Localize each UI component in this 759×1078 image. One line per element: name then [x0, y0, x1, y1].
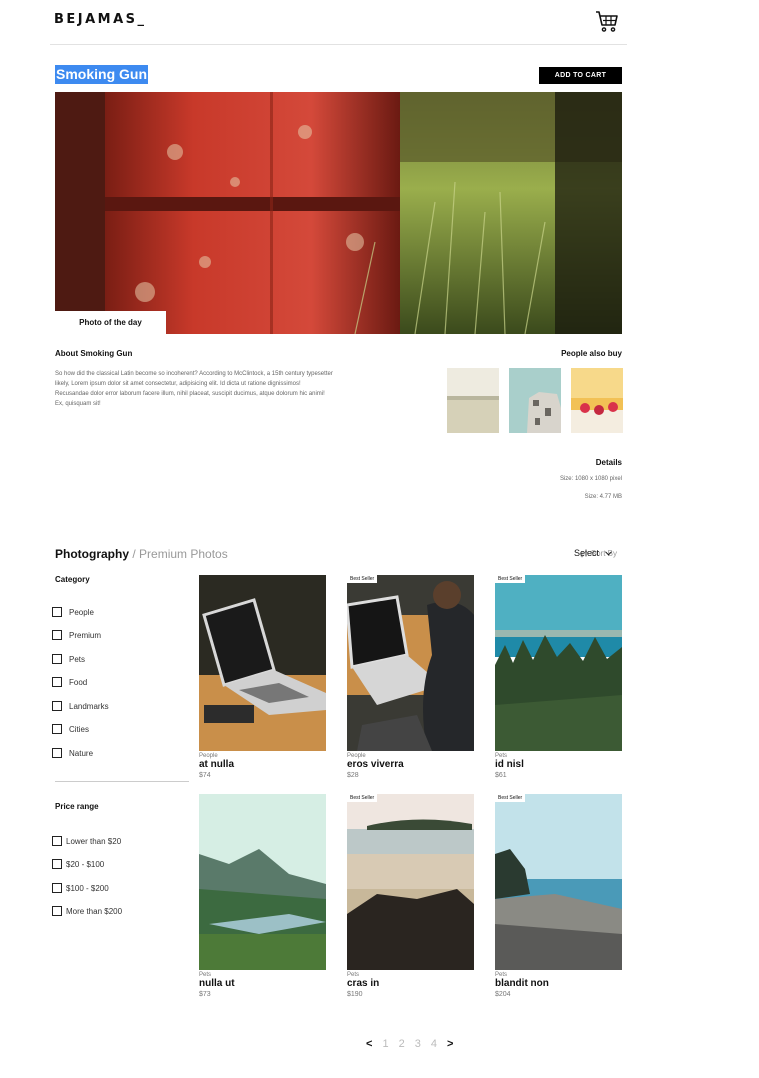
checkbox[interactable] — [52, 906, 62, 916]
product-price: $74 — [199, 772, 211, 779]
product-image: Best Seller — [495, 794, 622, 970]
product-name[interactable]: id nisl — [495, 759, 622, 771]
product-image — [199, 575, 326, 751]
product-name[interactable]: at nulla — [199, 759, 326, 771]
product-price: $73 — [199, 991, 211, 998]
filter-category-nature[interactable]: Nature — [52, 748, 93, 758]
best-seller-badge: Best Seller — [347, 794, 378, 802]
pagination: < 1 2 3 4 > — [366, 1038, 453, 1050]
sort-select[interactable]: Select — [574, 548, 612, 558]
cart-icon[interactable] — [595, 9, 619, 33]
product-card[interactable]: Best Seller Pets id nisl $61 — [495, 575, 622, 779]
file-size: Size: 4.77 MB — [584, 494, 622, 500]
category-filter-title: Category — [55, 575, 90, 584]
related-thumbnail-food[interactable] — [571, 368, 623, 433]
checkbox[interactable] — [52, 701, 62, 711]
breadcrumb-separator: / — [132, 547, 136, 561]
checkbox[interactable] — [52, 654, 62, 664]
product-image: Best Seller — [347, 794, 474, 970]
filter-price-lower-than-20[interactable]: Lower than $20 — [52, 836, 121, 846]
product-card[interactable]: Best Seller Pets blandit non $204 — [495, 794, 622, 998]
checkbox[interactable] — [52, 748, 62, 758]
site-header: BEJAMAS_ — [50, 0, 627, 45]
product-name[interactable]: blandit non — [495, 978, 622, 990]
prev-page-button[interactable]: < — [366, 1038, 372, 1050]
filter-category-people[interactable]: People — [52, 607, 94, 617]
product-name[interactable]: cras in — [347, 978, 474, 990]
featured-image — [55, 92, 622, 334]
breadcrumb-main[interactable]: Photography — [55, 547, 129, 561]
sort-select-value: Select — [574, 548, 600, 558]
about-description: So how did the classical Latin become so… — [55, 371, 333, 407]
checkbox[interactable] — [52, 724, 62, 734]
details-title: Details — [595, 458, 622, 467]
product-name[interactable]: eros viverra — [347, 759, 474, 771]
featured-title: Smoking Gun — [55, 65, 148, 84]
breadcrumb-sub[interactable]: Premium Photos — [139, 547, 228, 561]
filter-category-pets[interactable]: Pets — [52, 654, 85, 664]
page-1-button[interactable]: 1 — [382, 1038, 388, 1050]
page-3-button[interactable]: 3 — [415, 1038, 421, 1050]
product-image: Best Seller — [347, 575, 474, 751]
filter-price-20-100[interactable]: $20 - $100 — [52, 859, 104, 869]
best-seller-badge: Best Seller — [495, 575, 526, 583]
add-to-cart-button[interactable]: ADD TO CART — [539, 67, 622, 84]
next-page-button[interactable]: > — [447, 1038, 453, 1050]
filter-price-100-200[interactable]: $100 - $200 — [52, 883, 109, 893]
product-price: $61 — [495, 772, 507, 779]
related-thumbnail-beach[interactable] — [447, 368, 499, 433]
product-name[interactable]: nulla ut — [199, 978, 326, 990]
checkbox[interactable] — [52, 836, 62, 846]
filter-category-premium[interactable]: Premium — [52, 630, 101, 640]
best-seller-badge: Best Seller — [495, 794, 526, 802]
price-filter-title: Price range — [55, 802, 99, 811]
checkbox[interactable] — [52, 859, 62, 869]
chevron-down-icon — [605, 550, 612, 556]
product-card[interactable]: People at nulla $74 — [199, 575, 326, 779]
page-4-button[interactable]: 4 — [431, 1038, 437, 1050]
product-price: $204 — [495, 991, 511, 998]
product-card[interactable]: Pets nulla ut $73 — [199, 794, 326, 998]
checkbox[interactable] — [52, 883, 62, 893]
product-image — [199, 794, 326, 970]
product-card[interactable]: Best Seller People eros viverra $28 — [347, 575, 474, 779]
filter-category-landmarks[interactable]: Landmarks — [52, 701, 109, 711]
related-thumbnail-building[interactable] — [509, 368, 561, 433]
product-price: $190 — [347, 991, 363, 998]
filter-category-food[interactable]: Food — [52, 677, 87, 687]
filter-price-more-than-200[interactable]: More than $200 — [52, 906, 122, 916]
image-dimensions: Size: 1080 x 1080 pixel — [559, 476, 622, 482]
logo[interactable]: BEJAMAS_ — [54, 12, 147, 27]
page-2-button[interactable]: 2 — [399, 1038, 405, 1050]
photo-of-the-day-badge: Photo of the day — [55, 311, 166, 334]
product-card[interactable]: Best Seller Pets cras in $190 — [347, 794, 474, 998]
product-image: Best Seller — [495, 575, 622, 751]
filter-category-cities[interactable]: Cities — [52, 724, 89, 734]
checkbox[interactable] — [52, 607, 62, 617]
breadcrumb: Photography / Premium Photos — [55, 547, 228, 561]
about-title: About Smoking Gun — [55, 349, 133, 358]
people-also-buy-title: People also buy — [561, 349, 622, 358]
checkbox[interactable] — [52, 677, 62, 687]
checkbox[interactable] — [52, 630, 62, 640]
best-seller-badge: Best Seller — [347, 575, 378, 583]
filter-divider — [55, 781, 189, 782]
product-price: $28 — [347, 772, 359, 779]
